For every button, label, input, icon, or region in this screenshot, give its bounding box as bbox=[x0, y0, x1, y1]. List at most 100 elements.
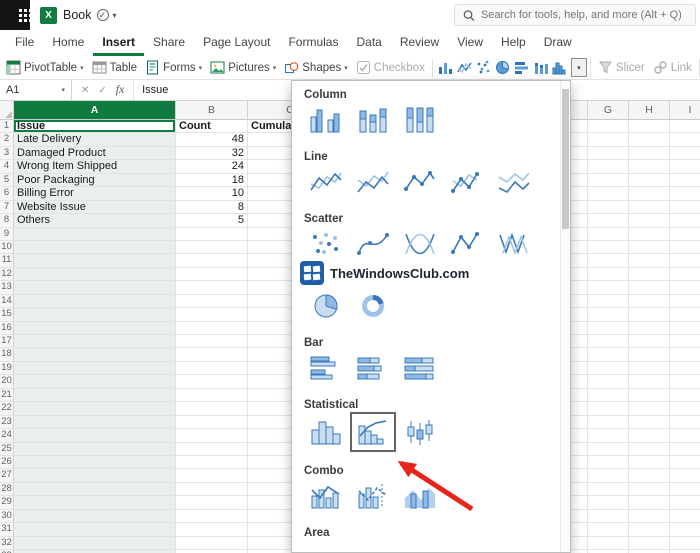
cell-H15[interactable] bbox=[629, 308, 670, 322]
search-bar[interactable] bbox=[454, 4, 696, 26]
cell-H18[interactable] bbox=[629, 348, 670, 362]
cell-H25[interactable] bbox=[629, 442, 670, 456]
cell-I1[interactable] bbox=[670, 120, 700, 134]
cell-I25[interactable] bbox=[670, 443, 700, 456]
insert-column-chart-button[interactable] bbox=[438, 60, 453, 75]
menu-tab-formulas[interactable]: Formulas bbox=[279, 30, 347, 56]
cell-I14[interactable] bbox=[670, 295, 700, 309]
cell-H11[interactable] bbox=[629, 254, 670, 268]
menu-tab-home[interactable]: Home bbox=[43, 30, 93, 56]
insert-scatter-chart-button[interactable] bbox=[476, 60, 491, 75]
cell-G6[interactable] bbox=[588, 187, 629, 201]
cell-I21[interactable] bbox=[670, 389, 700, 403]
panel-scrollbar[interactable] bbox=[560, 81, 570, 552]
cell-G17[interactable] bbox=[588, 335, 629, 349]
row-header-31[interactable]: 31 bbox=[0, 523, 14, 537]
cell-B32[interactable] bbox=[176, 536, 248, 550]
cell-I6[interactable] bbox=[670, 187, 700, 201]
cell-H12[interactable] bbox=[629, 267, 670, 282]
cell-H10[interactable] bbox=[629, 240, 670, 255]
cell-H19[interactable] bbox=[629, 361, 670, 376]
cell-G4[interactable] bbox=[588, 160, 629, 174]
cell-G13[interactable] bbox=[588, 281, 629, 295]
cell-A20[interactable] bbox=[14, 375, 176, 389]
histogram-icon[interactable] bbox=[306, 415, 346, 449]
pictures-button[interactable]: Pictures ▾ bbox=[206, 57, 280, 79]
cell-G27[interactable] bbox=[588, 469, 629, 483]
cell-G11[interactable] bbox=[588, 254, 629, 268]
row-header-16[interactable]: 16 bbox=[0, 321, 14, 335]
cell-I8[interactable] bbox=[670, 214, 700, 228]
cell-H2[interactable] bbox=[629, 133, 670, 147]
cell-G30[interactable] bbox=[588, 509, 629, 524]
row-header-11[interactable]: 11 bbox=[0, 254, 14, 268]
cell-I15[interactable] bbox=[670, 308, 700, 322]
pivottable-button[interactable]: PivotTable ▾ bbox=[2, 57, 88, 79]
column-header-H[interactable]: H bbox=[629, 101, 670, 120]
cell-H20[interactable] bbox=[629, 375, 670, 389]
cell-B28[interactable] bbox=[176, 482, 248, 497]
cell-I32[interactable] bbox=[670, 537, 700, 550]
cell-H14[interactable] bbox=[629, 294, 670, 309]
cell-I26[interactable] bbox=[670, 456, 700, 470]
row-header-28[interactable]: 28 bbox=[0, 482, 14, 497]
checkbox-button[interactable]: Checkbox bbox=[352, 57, 429, 79]
cell-I30[interactable] bbox=[670, 510, 700, 524]
shapes-button[interactable]: Shapes ▾ bbox=[280, 57, 352, 79]
cell-I19[interactable] bbox=[670, 362, 700, 376]
cell-H3[interactable] bbox=[629, 146, 670, 161]
cell-A12[interactable] bbox=[14, 267, 176, 282]
cell-H4[interactable] bbox=[629, 160, 670, 174]
name-box[interactable]: A1 ▾ bbox=[0, 80, 72, 100]
cell-H23[interactable] bbox=[629, 415, 670, 430]
cell-G16[interactable] bbox=[588, 321, 629, 335]
cell-G8[interactable] bbox=[588, 214, 629, 228]
row-header-21[interactable]: 21 bbox=[0, 388, 14, 403]
clustered-column-line-dashed-icon[interactable] bbox=[353, 479, 393, 513]
cell-H22[interactable] bbox=[629, 402, 670, 416]
cell-B30[interactable] bbox=[176, 509, 248, 524]
cell-I31[interactable] bbox=[670, 523, 700, 537]
row-header-7[interactable]: 7 bbox=[0, 200, 14, 215]
cell-I10[interactable] bbox=[670, 241, 700, 255]
cell-A21[interactable] bbox=[14, 388, 176, 403]
enter-icon[interactable]: ✓ bbox=[98, 85, 106, 96]
cell-B13[interactable] bbox=[176, 281, 248, 295]
100-stacked-bar-icon[interactable] bbox=[400, 351, 440, 385]
cell-A6[interactable]: Billing Error bbox=[14, 187, 176, 201]
row-header-6[interactable]: 6 bbox=[0, 187, 14, 201]
cell-A31[interactable] bbox=[14, 523, 176, 537]
cell-H28[interactable] bbox=[629, 482, 670, 497]
cell-B31[interactable] bbox=[176, 523, 248, 537]
cell-G23[interactable] bbox=[588, 415, 629, 430]
cell-G19[interactable] bbox=[588, 361, 629, 376]
cell-A7[interactable]: Website Issue bbox=[14, 200, 176, 215]
cell-H26[interactable] bbox=[629, 455, 670, 470]
box-and-whisker-icon[interactable] bbox=[400, 415, 440, 449]
insert-stacked-column-chart-button[interactable] bbox=[533, 60, 548, 75]
cell-I11[interactable] bbox=[670, 254, 700, 268]
cell-B22[interactable] bbox=[176, 402, 248, 416]
cell-A11[interactable] bbox=[14, 254, 176, 268]
menu-tab-insert[interactable]: Insert bbox=[93, 30, 145, 56]
cell-G31[interactable] bbox=[588, 523, 629, 537]
menu-tab-share[interactable]: Share bbox=[144, 30, 194, 56]
cell-A9[interactable] bbox=[14, 227, 176, 241]
stacked-line-with-markers-icon[interactable] bbox=[447, 165, 487, 199]
row-header-17[interactable]: 17 bbox=[0, 335, 14, 349]
clustered-column-icon[interactable] bbox=[306, 103, 346, 137]
search-input[interactable] bbox=[480, 9, 687, 21]
cell-A29[interactable] bbox=[14, 496, 176, 510]
cell-H30[interactable] bbox=[629, 509, 670, 524]
cell-H1[interactable] bbox=[629, 120, 670, 134]
cell-A10[interactable] bbox=[14, 240, 176, 255]
cell-G10[interactable] bbox=[588, 240, 629, 255]
cell-I24[interactable] bbox=[670, 429, 700, 443]
row-header-2[interactable]: 2 bbox=[0, 133, 14, 147]
cell-H32[interactable] bbox=[629, 536, 670, 550]
row-header-27[interactable]: 27 bbox=[0, 469, 14, 483]
cell-B12[interactable] bbox=[176, 267, 248, 282]
cell-H21[interactable] bbox=[629, 388, 670, 403]
cell-B14[interactable] bbox=[176, 294, 248, 309]
cell-A4[interactable]: Wrong Item Shipped bbox=[14, 160, 176, 174]
